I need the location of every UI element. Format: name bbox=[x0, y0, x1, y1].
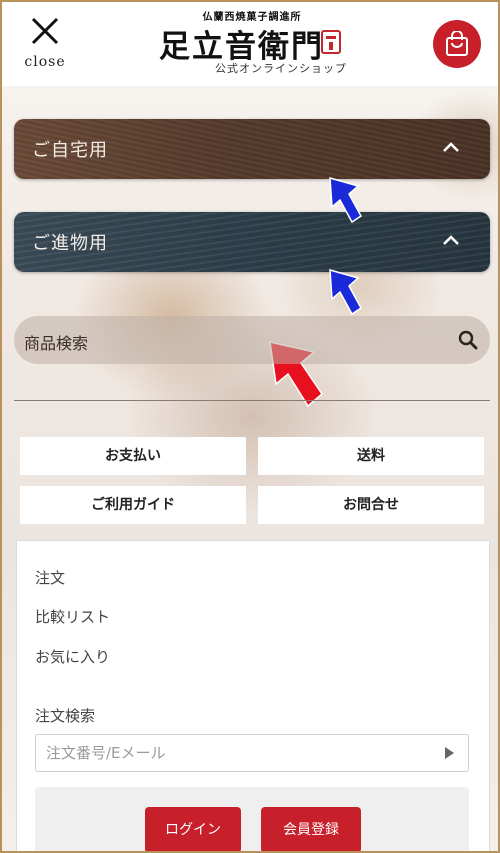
contact-button[interactable]: お問合せ bbox=[258, 486, 484, 524]
play-icon[interactable] bbox=[445, 747, 454, 759]
search-icon[interactable] bbox=[458, 330, 478, 350]
close-button[interactable]: close bbox=[16, 14, 74, 74]
search-label: 商品検索 bbox=[24, 334, 89, 353]
annotation-arrow-blue-icon bbox=[329, 176, 362, 224]
logo-name: 足立音衛門 bbox=[159, 29, 324, 65]
category-home-label: ご自宅用 bbox=[32, 140, 108, 161]
close-label: close bbox=[24, 54, 66, 70]
category-home-use[interactable]: ご自宅用 bbox=[14, 119, 490, 179]
order-search-heading: 注文検索 bbox=[35, 707, 96, 725]
cart-button[interactable] bbox=[433, 20, 481, 68]
auth-area: ログイン 会員登録 bbox=[35, 787, 469, 851]
shopping-bag-icon bbox=[446, 31, 468, 56]
divider bbox=[14, 400, 490, 401]
header: close 仏蘭西焼菓子調進所 足立音衛門 公式オンラインショップ bbox=[2, 2, 498, 86]
register-button[interactable]: 会員登録 bbox=[261, 807, 361, 851]
login-button[interactable]: ログイン bbox=[145, 807, 241, 851]
chevron-up-icon bbox=[443, 235, 459, 245]
payment-button[interactable]: お支払い bbox=[20, 437, 246, 475]
category-gift-use[interactable]: ご進物用 bbox=[14, 212, 490, 272]
guide-button[interactable]: ご利用ガイド bbox=[20, 486, 246, 524]
close-icon bbox=[31, 17, 59, 45]
seal-icon bbox=[321, 30, 341, 54]
product-search[interactable]: 商品検索 bbox=[14, 316, 490, 364]
brand-logo[interactable]: 仏蘭西焼菓子調進所 足立音衛門 公式オンラインショップ bbox=[157, 4, 347, 76]
logo-tagline: 公式オンラインショップ bbox=[215, 62, 347, 75]
category-gift-label: ご進物用 bbox=[32, 233, 108, 254]
favorites-link[interactable]: お気に入り bbox=[35, 646, 110, 667]
compare-list-link[interactable]: 比較リスト bbox=[35, 606, 110, 627]
annotation-arrow-blue-icon bbox=[329, 268, 362, 316]
app-frame: close 仏蘭西焼菓子調進所 足立音衛門 公式オンラインショップ ご自宅用 ご… bbox=[0, 0, 500, 853]
shipping-button[interactable]: 送料 bbox=[258, 437, 484, 475]
chevron-up-icon bbox=[443, 142, 459, 152]
account-panel: 注文 比較リスト お気に入り 注文検索 ログイン 会員登録 bbox=[16, 540, 490, 851]
orders-link[interactable]: 注文 bbox=[35, 567, 65, 588]
order-search-input[interactable] bbox=[35, 734, 469, 772]
